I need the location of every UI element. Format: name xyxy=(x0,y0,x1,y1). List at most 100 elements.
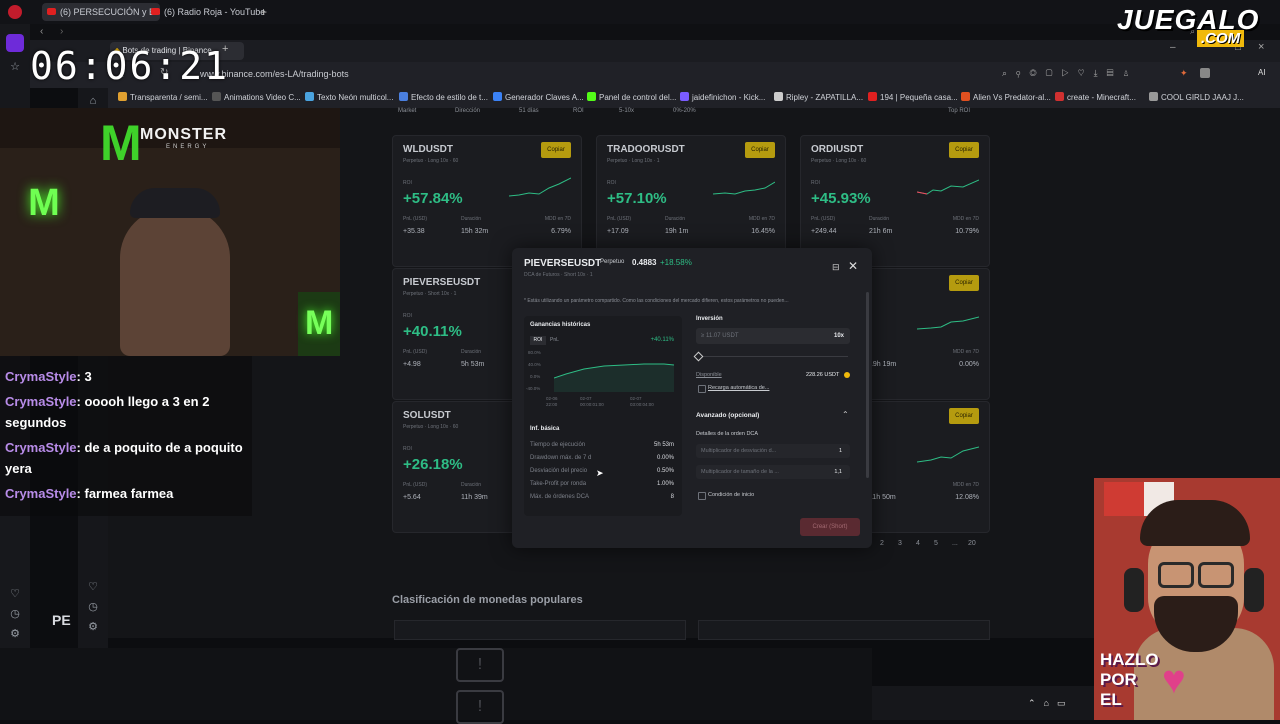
card-pnl: +5.64 xyxy=(403,494,421,501)
settings-icon[interactable]: ⚙ xyxy=(8,627,22,641)
roi-tab[interactable]: ROI xyxy=(530,336,546,345)
opera-icon[interactable] xyxy=(8,5,22,19)
monster-glow-icon: M xyxy=(28,182,60,224)
card-pnl: +17.09 xyxy=(607,228,629,235)
bookmark-item[interactable]: Alien Vs Predator-al... xyxy=(961,91,1051,105)
mdd-label: MDD en 7D xyxy=(748,216,775,222)
history-icon[interactable]: ◷ xyxy=(8,607,22,621)
ai-icon[interactable]: AI xyxy=(1258,68,1266,77)
deviation-multiplier-input[interactable]: Multiplicador de desviación d... 1 xyxy=(696,444,850,458)
forward-icon[interactable]: › xyxy=(60,26,63,37)
outer-tab-bar: (6) PERSECUCIÓN y BALA (6) Radio Roja - … xyxy=(0,0,1280,24)
bookmark-item[interactable]: create - Minecraft... xyxy=(1055,91,1136,105)
filter-mdd[interactable]: 0%-20% xyxy=(673,108,696,114)
back-icon[interactable]: ‹ xyxy=(40,26,43,37)
roi-label: ROI xyxy=(403,313,412,319)
bookmark-item[interactable]: jaidefinichon - Kick... xyxy=(680,91,765,105)
auto-recharge-checkbox[interactable] xyxy=(698,385,706,393)
home-icon[interactable]: ⌂ xyxy=(86,94,100,108)
pin-icon[interactable]: ☆ xyxy=(8,60,22,74)
pnl-label: PnL (USD) xyxy=(607,216,631,222)
bookmark-item[interactable]: 194 | Pequeña casa... xyxy=(868,91,958,105)
heart-icon[interactable]: ♡ xyxy=(86,580,100,594)
size-multiplier-input[interactable]: Multiplicador de tamaño de la ... 1,1 xyxy=(696,465,850,479)
roi-label: ROI xyxy=(403,446,412,452)
page-5[interactable]: 5 xyxy=(934,540,938,547)
close-icon[interactable]: ✕ xyxy=(848,259,858,273)
copy-button[interactable]: Copiar xyxy=(949,275,979,291)
pnl-label: PnL (USD) xyxy=(811,216,835,222)
bookmark-item[interactable]: COOL GIRLD JAAJ J... xyxy=(1149,91,1244,105)
advanced-title[interactable]: Avanzado (opcional) xyxy=(696,412,759,419)
chevron-up-icon[interactable]: ⌃ xyxy=(842,410,849,419)
bottom-area xyxy=(0,648,872,720)
bookmark-item[interactable]: Transparenta / semi... xyxy=(118,91,208,105)
card-symbol: ORDIUSDT xyxy=(811,144,864,155)
youtube-icon xyxy=(151,8,160,15)
bookmark-item[interactable]: Animations Video C... xyxy=(212,91,301,105)
modal-scrollbar[interactable] xyxy=(866,292,869,478)
workspace-icon[interactable] xyxy=(6,34,24,52)
extension-icon[interactable]: ✦ xyxy=(1180,68,1188,79)
card-duration: 15h 32m xyxy=(461,228,489,235)
bookmark-item[interactable]: Ripley - ZAPATILLA... xyxy=(774,91,863,105)
page-3[interactable]: 3 xyxy=(898,540,902,547)
outer-tab-2[interactable]: (6) Radio Roja - YouTube xyxy=(146,3,272,21)
tray-icons[interactable]: ⌃⌂▭ xyxy=(1028,698,1073,709)
extension-icon[interactable] xyxy=(1200,68,1210,78)
bookmark-item[interactable]: Panel de control del... xyxy=(587,91,676,105)
settings-icon[interactable]: ⚙ xyxy=(86,620,100,634)
filter-market[interactable]: Market xyxy=(398,108,416,114)
bookmark-item[interactable]: Generador Claves A... xyxy=(493,91,584,105)
card-duration: 11h 39m xyxy=(461,494,488,501)
sparkline xyxy=(917,446,979,463)
outer-tab-1[interactable]: (6) PERSECUCIÓN y BALA xyxy=(42,3,160,21)
bookmark-item[interactable]: Efecto de estilo de t... xyxy=(399,91,488,105)
filter-direction[interactable]: Dirección xyxy=(455,108,480,114)
copy-button[interactable]: Copiar xyxy=(541,142,571,158)
amount-slider[interactable] xyxy=(698,356,848,357)
copy-button[interactable]: Copiar xyxy=(949,142,979,158)
gains-title: Ganancias históricas xyxy=(530,322,591,328)
investment-title: Inversión xyxy=(696,316,723,322)
create-short-button[interactable]: Crear (Short) xyxy=(800,518,860,536)
toolbar-icons[interactable]: ⌕⚲◎▢▷♡⤓▤♙ xyxy=(1002,68,1139,79)
system-tray: ⌃⌂▭ xyxy=(872,686,1094,720)
info-label: Máx. de órdenes DCA xyxy=(530,494,590,500)
add-funds-icon[interactable] xyxy=(844,372,850,378)
start-condition-checkbox[interactable] xyxy=(698,492,706,500)
card-subtitle: Perpetuo · Short 10x · 1 xyxy=(403,291,457,297)
filter-roi[interactable]: ROI xyxy=(573,108,584,114)
slider-handle[interactable] xyxy=(693,351,704,362)
card-pnl: +35.38 xyxy=(403,228,425,235)
duration-label: Duración xyxy=(665,216,686,222)
share-icon[interactable]: ⊟ xyxy=(832,262,840,273)
new-tab-icon[interactable]: + xyxy=(260,5,267,19)
streamer-cap xyxy=(130,188,220,218)
page-2[interactable]: 2 xyxy=(880,540,884,547)
investment-input[interactable]: ≥ 11.07 USDT 10x xyxy=(696,328,850,344)
card-roi: +45.93% xyxy=(811,190,871,207)
filter-days[interactable]: 51 días xyxy=(519,108,539,114)
copy-button[interactable]: Copiar xyxy=(745,142,775,158)
duration-label: Duración xyxy=(461,216,482,222)
heart-icon[interactable]: ♡ xyxy=(8,587,22,601)
chat-message: CrymaStyle: farmea farmea xyxy=(5,486,174,501)
roi-label: ROI xyxy=(811,180,820,186)
copy-button[interactable]: Copiar xyxy=(949,408,979,424)
streamer-silhouette xyxy=(120,208,230,356)
card-subtitle: Perpetuo · Long 10x · 60 xyxy=(811,158,867,164)
sort-dropdown[interactable]: Top ROI xyxy=(948,108,970,114)
y-tick: 80.0% xyxy=(528,350,541,355)
filter-leverage[interactable]: 5-10x xyxy=(619,108,634,114)
leverage-select[interactable]: 10x xyxy=(834,333,844,339)
page-20[interactable]: 20 xyxy=(968,540,976,547)
sparkline xyxy=(917,179,979,195)
pnl-tab[interactable]: PnL xyxy=(550,337,559,343)
history-icon[interactable]: ◷ xyxy=(86,600,100,614)
bookmark-item[interactable]: Texto Neón multicol... xyxy=(305,91,393,105)
outer-toolbar: ‹ › ⌕ xyxy=(30,24,1280,40)
card-duration: 21h 6m xyxy=(869,228,893,235)
page-4[interactable]: 4 xyxy=(916,540,920,547)
monster-logo-sub: ENERGY xyxy=(166,144,210,150)
